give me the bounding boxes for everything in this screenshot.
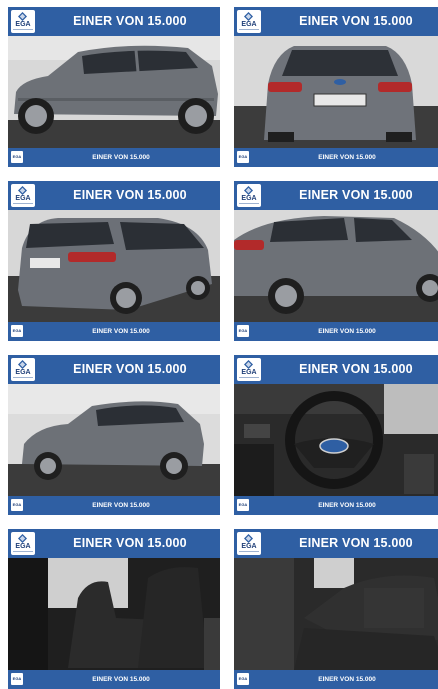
card-footer: EGA EINER VON 15.000: [234, 496, 438, 515]
interior-photo-front-seats[interactable]: [8, 558, 220, 670]
card-footer: EGA EINER VON 15.000: [8, 496, 220, 515]
card-banner: EGA EINER VON 15.000: [234, 529, 438, 558]
gallery-card-7[interactable]: EGA EINER VON 15.000 EGA EINER VON 15.00…: [8, 529, 220, 689]
footer-text: EINER VON 15.000: [92, 502, 150, 509]
card-banner: EGA EINER VON 15.000: [8, 355, 220, 384]
gallery-card-8[interactable]: EGA EINER VON 15.000 EGA EINER VON 15.00…: [234, 529, 438, 689]
card-footer: EGA EINER VON 15.000: [8, 670, 220, 689]
banner-title: EINER VON 15.000: [73, 14, 187, 28]
banner-title: EINER VON 15.000: [299, 536, 413, 550]
card-footer: EGA EINER VON 15.000: [234, 148, 438, 167]
card-banner: EGA EINER VON 15.000: [8, 7, 220, 36]
ega-mini-logo: EGA: [237, 673, 249, 685]
card-banner: EGA EINER VON 15.000: [234, 181, 438, 210]
card-banner: EGA EINER VON 15.000: [234, 355, 438, 384]
footer-text: EINER VON 15.000: [92, 676, 150, 683]
footer-text: EINER VON 15.000: [92, 328, 150, 335]
ega-logo: EGA: [237, 184, 261, 207]
footer-text: EINER VON 15.000: [318, 154, 376, 161]
card-footer: EGA EINER VON 15.000: [8, 322, 220, 341]
footer-text: EINER VON 15.000: [318, 676, 376, 683]
card-banner: EGA EINER VON 15.000: [8, 181, 220, 210]
gallery-card-2[interactable]: EGA EINER VON 15.000 EGA EINER VON 15.00…: [234, 7, 438, 167]
banner-title: EINER VON 15.000: [73, 536, 187, 550]
card-footer: EGA EINER VON 15.000: [234, 670, 438, 689]
interior-photo-rear-seats[interactable]: [234, 558, 438, 670]
car-photo-rear[interactable]: [234, 36, 438, 148]
ega-logo: EGA: [237, 532, 261, 555]
ega-logo: EGA: [237, 358, 261, 381]
ega-logo: EGA: [11, 358, 35, 381]
gallery-card-3[interactable]: EGA EINER VON 15.000 EGA EINER VON 15.00…: [8, 181, 220, 341]
ega-logo: EGA: [237, 10, 261, 33]
car-photo-side-left-far[interactable]: [8, 384, 220, 496]
ega-logo: EGA: [11, 532, 35, 555]
ega-logo: EGA: [11, 184, 35, 207]
footer-text: EINER VON 15.000: [92, 154, 150, 161]
banner-title: EINER VON 15.000: [73, 188, 187, 202]
card-banner: EGA EINER VON 15.000: [8, 529, 220, 558]
banner-title: EINER VON 15.000: [299, 188, 413, 202]
gallery-card-6[interactable]: EGA EINER VON 15.000 EGA EINER VON 15.00…: [234, 355, 438, 515]
car-photo-side-right[interactable]: [234, 210, 438, 322]
footer-text: EINER VON 15.000: [318, 328, 376, 335]
gallery-card-5[interactable]: EGA EINER VON 15.000 EGA EINER VON 15.00…: [8, 355, 220, 515]
car-photo-rear-three-quarter[interactable]: [8, 210, 220, 322]
banner-title: EINER VON 15.000: [299, 14, 413, 28]
ega-mini-logo: EGA: [237, 499, 249, 511]
card-footer: EGA EINER VON 15.000: [8, 148, 220, 167]
ega-mini-logo: EGA: [237, 325, 249, 337]
gallery-card-1[interactable]: EGA EINER VON 15.000 EGA EINER VON 15.00…: [8, 7, 220, 167]
banner-title: EINER VON 15.000: [73, 362, 187, 376]
ega-mini-logo: EGA: [11, 325, 23, 337]
ega-mini-logo: EGA: [11, 151, 23, 163]
ega-mini-logo: EGA: [11, 499, 23, 511]
ega-logo: EGA: [11, 10, 35, 33]
car-photo-side-left[interactable]: [8, 36, 220, 148]
ega-mini-logo: EGA: [237, 151, 249, 163]
card-banner: EGA EINER VON 15.000: [234, 7, 438, 36]
ega-mini-logo: EGA: [11, 673, 23, 685]
banner-title: EINER VON 15.000: [299, 362, 413, 376]
interior-photo-steering-wheel[interactable]: [234, 384, 438, 496]
footer-text: EINER VON 15.000: [318, 502, 376, 509]
card-footer: EGA EINER VON 15.000: [234, 322, 438, 341]
gallery-card-4[interactable]: EGA EINER VON 15.000 EGA EINER VON 15.00…: [234, 181, 438, 341]
